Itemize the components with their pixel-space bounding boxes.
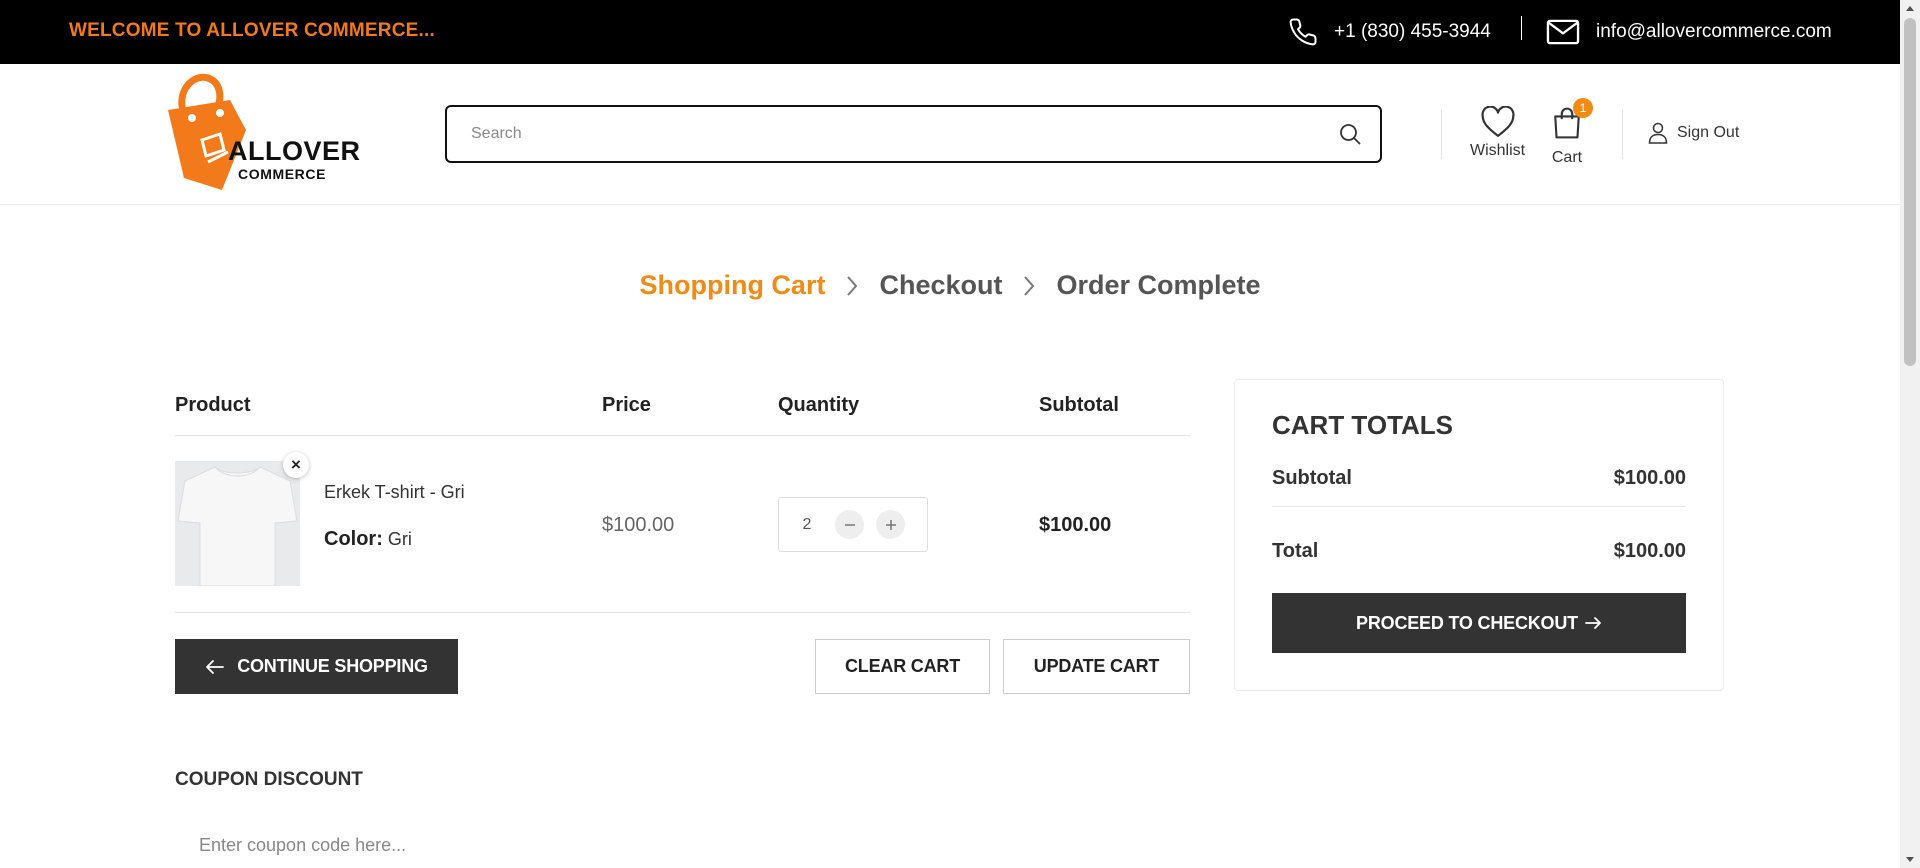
color-label: Color: <box>324 528 383 550</box>
search-icon <box>1340 124 1361 145</box>
product-thumbnail[interactable] <box>175 461 300 586</box>
totals-divider <box>1272 506 1686 507</box>
chevron-right-icon <box>1022 275 1036 297</box>
cart-label: Cart <box>1551 149 1583 166</box>
totals-subtotal-value: $100.00 <box>1613 467 1686 489</box>
totals-total-label: Total <box>1272 540 1319 562</box>
product-color: Color: Gri <box>324 528 412 551</box>
quantity-value[interactable]: 2 <box>779 516 835 534</box>
search-bar <box>445 105 1382 163</box>
plus-icon <box>885 519 896 530</box>
remove-item-button[interactable]: × <box>283 452 309 478</box>
cart-totals-title: CART TOTALS <box>1272 410 1454 440</box>
search-button[interactable] <box>1320 122 1380 146</box>
topbar-divider <box>1521 16 1522 40</box>
proceed-to-checkout-button[interactable]: PROCEED TO CHECKOUT <box>1272 593 1686 653</box>
scroll-down-arrow-icon[interactable] <box>1906 857 1914 862</box>
step-checkout[interactable]: Checkout <box>879 270 1002 301</box>
continue-shopping-button[interactable]: CONTINUE SHOPPING <box>175 639 458 694</box>
totals-subtotal-label: Subtotal <box>1272 467 1352 489</box>
phone-icon <box>1289 18 1317 46</box>
search-input[interactable] <box>447 107 1320 161</box>
top-bar: WELCOME TO ALLOVER COMMERCE... +1 (830) … <box>0 0 1900 64</box>
welcome-text: WELCOME TO ALLOVER COMMERCE... <box>69 20 435 41</box>
scroll-up-arrow-icon[interactable] <box>1906 6 1914 11</box>
email-address: info@allovercommerce.com <box>1596 21 1832 42</box>
update-cart-button[interactable]: UPDATE CART <box>1003 639 1190 694</box>
header-divider <box>1441 109 1442 159</box>
clear-cart-button[interactable]: CLEAR CART <box>815 639 990 694</box>
phone-contact[interactable]: +1 (830) 455-3944 <box>1288 12 1491 52</box>
quantity-decrease-button[interactable] <box>835 510 864 539</box>
email-contact[interactable]: info@allovercommerce.com <box>1546 12 1832 52</box>
cart-link[interactable]: 1 Cart <box>1551 98 1593 167</box>
phone-number: +1 (830) 455-3944 <box>1334 21 1491 42</box>
header-product: Product <box>175 394 251 416</box>
scrollbar-thumb[interactable] <box>1904 18 1916 366</box>
page-scrollbar[interactable] <box>1900 0 1920 868</box>
step-shopping-cart[interactable]: Shopping Cart <box>639 270 825 301</box>
proceed-to-checkout-label: PROCEED TO CHECKOUT <box>1356 612 1578 633</box>
sign-out-link[interactable]: Sign Out <box>1648 122 1739 144</box>
arrow-left-icon <box>206 659 225 674</box>
mail-icon <box>1546 19 1580 45</box>
color-value: Gri <box>387 529 412 549</box>
product-name[interactable]: Erkek T-shirt - Gri <box>324 482 465 503</box>
arrow-right-icon <box>1585 617 1601 629</box>
minus-icon <box>844 523 855 526</box>
wishlist-link[interactable]: Wishlist <box>1470 106 1525 160</box>
product-subtotal: $100.00 <box>1039 514 1112 536</box>
header-price: Price <box>602 394 651 416</box>
totals-subtotal-row: Subtotal $100.00 <box>1272 467 1686 490</box>
product-price: $100.00 <box>602 514 675 536</box>
header-quantity: Quantity <box>778 394 860 416</box>
cart-actions: CONTINUE SHOPPING CLEAR CART UPDATE CART <box>175 613 1190 703</box>
coupon-input[interactable] <box>175 825 775 865</box>
tshirt-image <box>175 461 300 586</box>
user-icon <box>1648 122 1668 144</box>
quantity-stepper: 2 <box>778 497 928 552</box>
cart-totals-panel: CART TOTALS Subtotal $100.00 Total $100.… <box>1234 379 1724 691</box>
logo-text-secondary: COMMERCE <box>238 166 327 182</box>
checkout-steps: Shopping Cart Checkout Order Complete <box>0 270 1900 301</box>
cart-table: Product Price Quantity Subtotal × Erkek … <box>175 380 1190 703</box>
site-logo[interactable]: ALLOVER COMMERCE <box>162 70 360 200</box>
heart-icon <box>1481 106 1515 137</box>
sign-out-label: Sign Out <box>1677 124 1740 141</box>
site-header: ALLOVER COMMERCE Wishlist 1 Cart <box>0 64 1900 205</box>
quantity-increase-button[interactable] <box>876 510 905 539</box>
header-subtotal: Subtotal <box>1039 394 1119 416</box>
totals-total-value: $100.00 <box>1613 540 1686 562</box>
coupon-title: COUPON DISCOUNT <box>175 769 363 790</box>
header-divider <box>1622 109 1623 159</box>
totals-total-row: Total $100.00 <box>1272 540 1686 563</box>
continue-shopping-label: CONTINUE SHOPPING <box>237 656 428 676</box>
step-order-complete[interactable]: Order Complete <box>1056 270 1260 301</box>
logo-text-primary: ALLOVER <box>228 136 361 166</box>
chevron-right-icon <box>845 275 859 297</box>
wishlist-label: Wishlist <box>1470 142 1526 159</box>
table-header: Product Price Quantity Subtotal <box>175 380 1190 436</box>
cart-count-badge: 1 <box>1573 98 1593 118</box>
table-row: × Erkek T-shirt - Gri Color: Gri $100.00 … <box>175 436 1190 613</box>
